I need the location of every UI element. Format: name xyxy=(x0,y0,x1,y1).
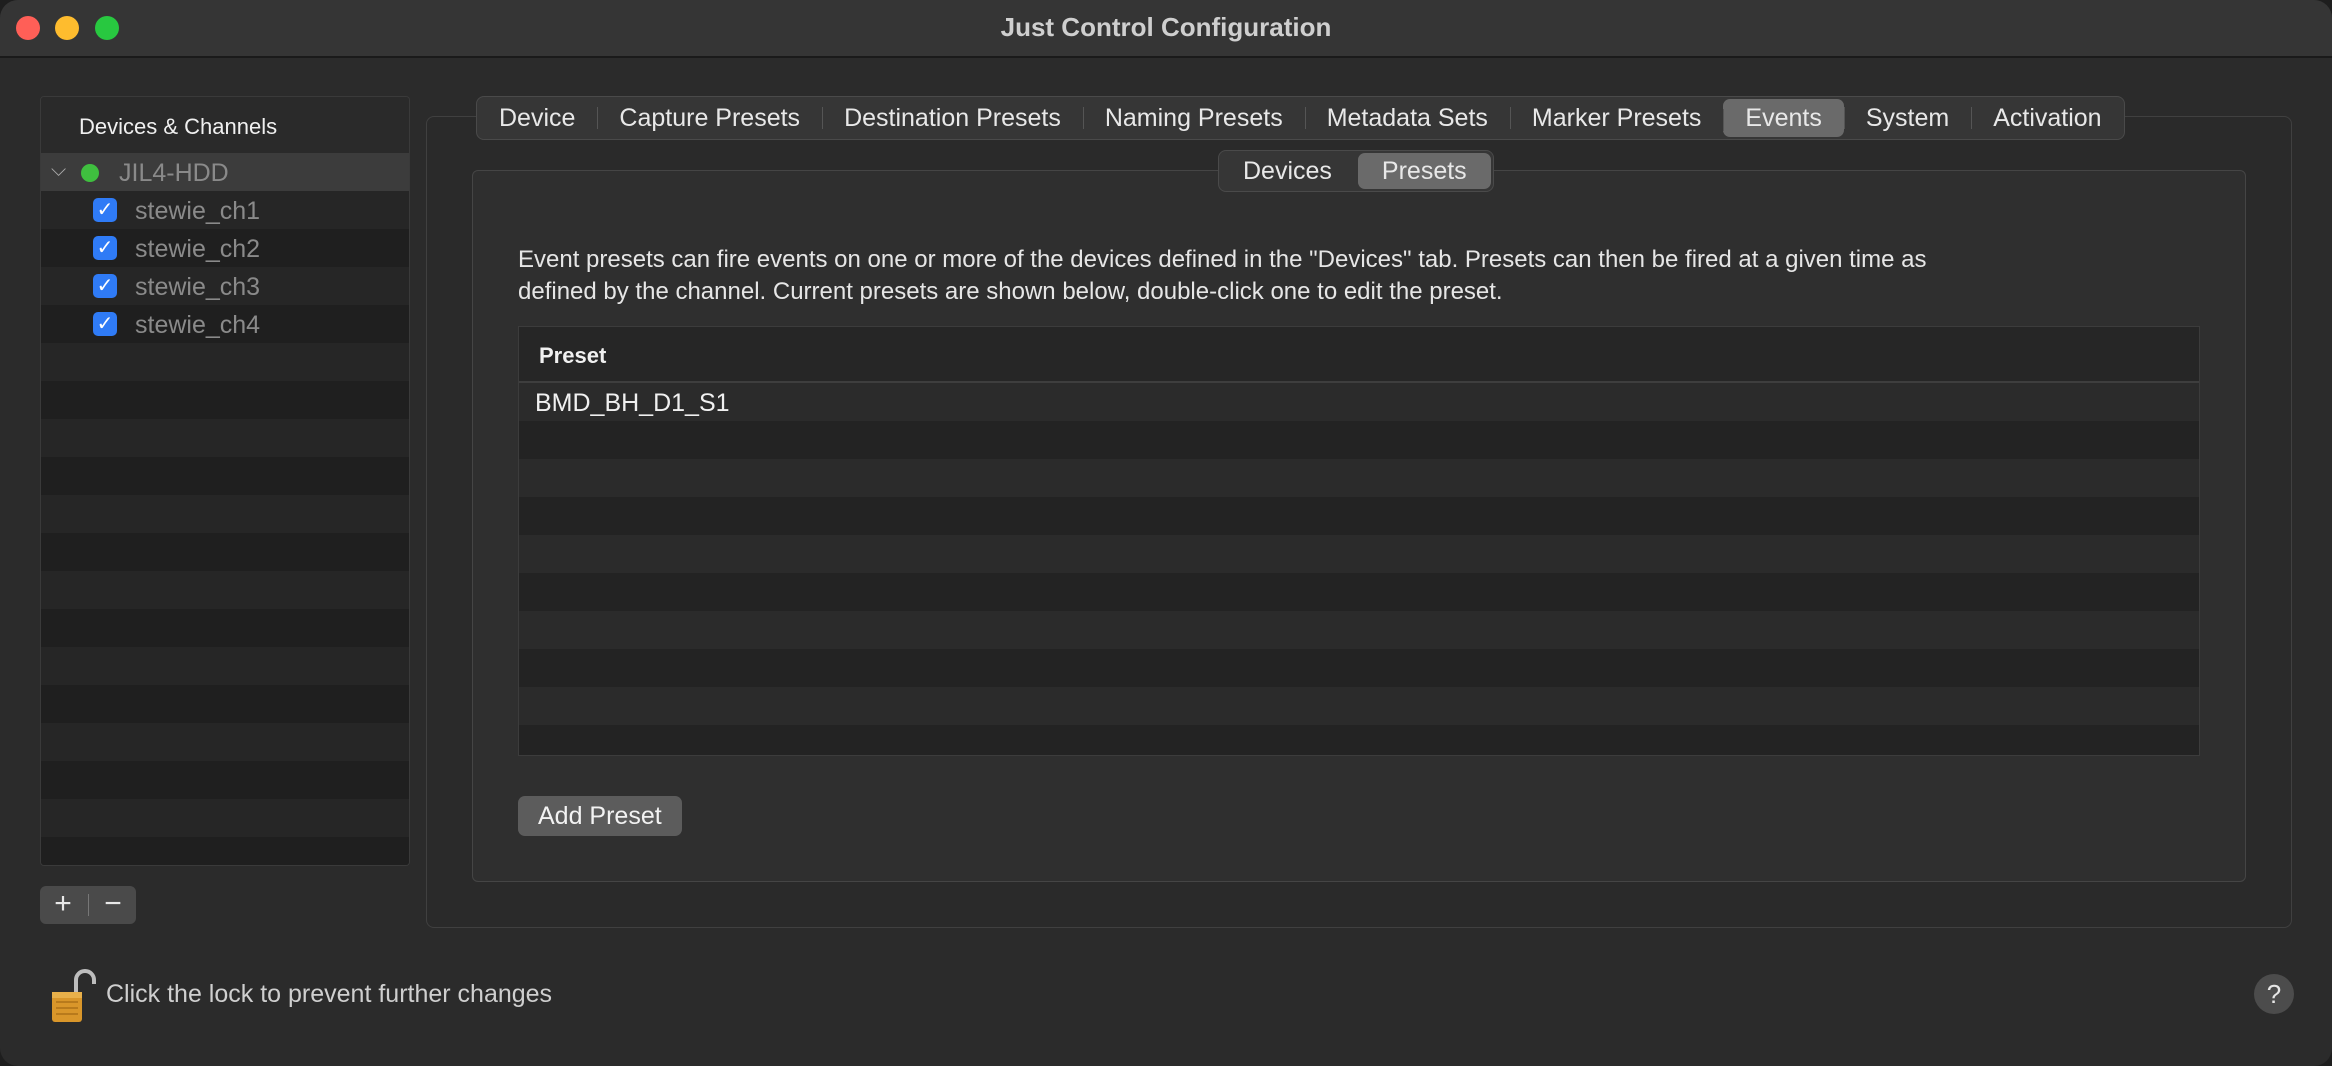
empty-row xyxy=(41,381,409,419)
add-device-button[interactable]: + xyxy=(40,886,86,924)
empty-table-row xyxy=(519,649,2199,687)
empty-row xyxy=(41,343,409,381)
events-subtab-bar: Devices Presets xyxy=(1218,150,1494,192)
empty-row xyxy=(41,609,409,647)
sidebar-channel-row[interactable]: ✓ stewie_ch1 xyxy=(41,191,409,229)
empty-table-row xyxy=(519,459,2199,497)
devices-channels-sidebar: Devices & Channels ⌵ JIL4-HDD ✓ stewie_c… xyxy=(40,96,410,866)
channel-checkbox[interactable]: ✓ xyxy=(93,312,117,336)
channel-label: stewie_ch4 xyxy=(135,311,261,339)
channel-checkbox[interactable]: ✓ xyxy=(93,198,117,222)
tab-naming-presets[interactable]: Naming Presets xyxy=(1082,97,1305,139)
lock-status-text: Click the lock to prevent further change… xyxy=(106,980,553,1008)
sidebar-channel-row[interactable]: ✓ stewie_ch4 xyxy=(41,305,409,343)
subtab-devices[interactable]: Devices xyxy=(1219,151,1356,191)
device-name: JIL4-HDD xyxy=(119,159,229,187)
description-line: defined by the channel. Current presets … xyxy=(518,278,1503,305)
empty-row xyxy=(41,533,409,571)
add-remove-control: + − xyxy=(40,886,136,924)
empty-row xyxy=(41,419,409,457)
remove-device-button[interactable]: − xyxy=(90,886,136,924)
empty-row xyxy=(41,799,409,837)
column-header-preset[interactable]: Preset xyxy=(539,343,606,369)
sidebar-channel-row[interactable]: ✓ stewie_ch3 xyxy=(41,267,409,305)
unlocked-lock-icon[interactable] xyxy=(48,966,98,1026)
tab-marker-presets[interactable]: Marker Presets xyxy=(1509,97,1723,139)
subtab-presets[interactable]: Presets xyxy=(1357,153,1491,189)
channel-label: stewie_ch2 xyxy=(135,235,261,263)
tab-capture-presets[interactable]: Capture Presets xyxy=(597,97,822,139)
tab-events[interactable]: Events xyxy=(1723,99,1844,137)
preset-name-cell: BMD_BH_D1_S1 xyxy=(535,389,730,417)
window-title: Just Control Configuration xyxy=(1000,12,1332,42)
presets-description: Event presets can fire events on one or … xyxy=(518,244,2218,308)
status-dot-icon xyxy=(81,164,99,182)
empty-row xyxy=(41,761,409,799)
table-header[interactable]: Preset xyxy=(519,327,2199,383)
title-bar[interactable]: Just Control Configuration xyxy=(0,0,2332,58)
channel-label: stewie_ch3 xyxy=(135,273,261,301)
presets-table[interactable]: Preset BMD_BH_D1_S1 xyxy=(518,326,2200,756)
empty-row xyxy=(41,571,409,609)
empty-table-row xyxy=(519,535,2199,573)
sidebar-device-row[interactable]: ⌵ JIL4-HDD xyxy=(41,153,409,191)
chevron-down-icon[interactable]: ⌵ xyxy=(51,159,66,182)
main-tab-bar: Device Capture Presets Destination Prese… xyxy=(476,96,2125,140)
tab-activation[interactable]: Activation xyxy=(1971,97,2123,139)
tab-system[interactable]: System xyxy=(1843,97,1971,139)
empty-row xyxy=(41,685,409,723)
empty-table-row xyxy=(519,611,2199,649)
empty-table-row xyxy=(519,725,2199,755)
tab-metadata-sets[interactable]: Metadata Sets xyxy=(1304,97,1510,139)
channel-label: stewie_ch1 xyxy=(135,197,261,225)
app-window: Just Control Configuration Devices & Cha… xyxy=(0,0,2332,1066)
tab-device[interactable]: Device xyxy=(477,97,597,139)
empty-table-row xyxy=(519,573,2199,611)
channel-checkbox[interactable]: ✓ xyxy=(93,236,117,260)
empty-table-row xyxy=(519,497,2199,535)
empty-row xyxy=(41,837,409,865)
table-row[interactable]: BMD_BH_D1_S1 xyxy=(519,383,2199,421)
empty-row xyxy=(41,457,409,495)
empty-table-row xyxy=(519,687,2199,725)
divider xyxy=(88,894,89,916)
empty-row xyxy=(41,647,409,685)
channel-checkbox[interactable]: ✓ xyxy=(93,274,117,298)
sidebar-channel-row[interactable]: ✓ stewie_ch2 xyxy=(41,229,409,267)
tab-destination-presets[interactable]: Destination Presets xyxy=(822,97,1083,139)
empty-row xyxy=(41,495,409,533)
sidebar-header: Devices & Channels xyxy=(41,97,409,153)
empty-table-row xyxy=(519,421,2199,459)
add-preset-button[interactable]: Add Preset xyxy=(518,796,682,836)
empty-row xyxy=(41,723,409,761)
help-button[interactable]: ? xyxy=(2254,974,2294,1014)
description-line: Event presets can fire events on one or … xyxy=(518,246,1927,273)
